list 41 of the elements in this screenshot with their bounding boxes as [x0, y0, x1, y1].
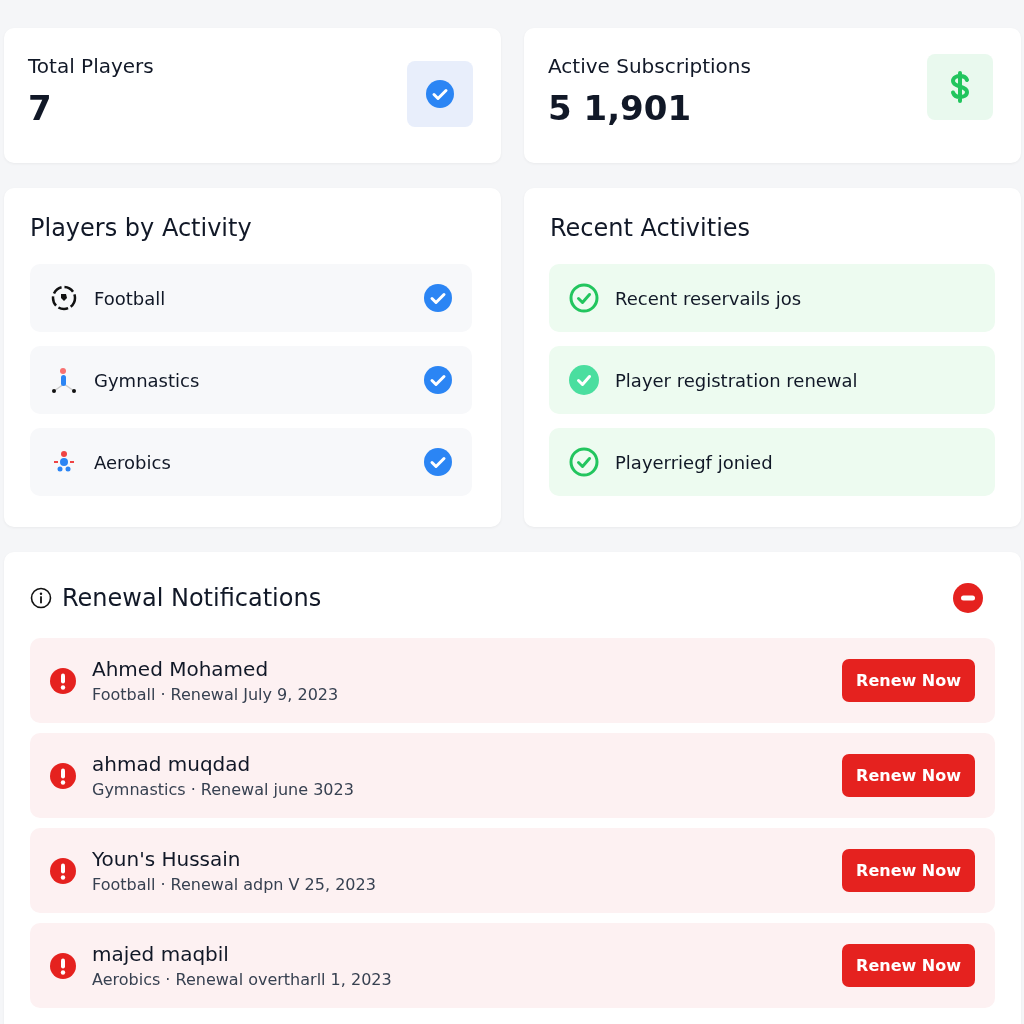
activity-text: Playerriegf jonied: [615, 451, 773, 473]
activity-label: Aerobics: [94, 451, 172, 473]
activity-text: Recent reservails jos: [615, 287, 802, 309]
check-icon: [426, 80, 454, 108]
player-name: ahmad muqdad: [92, 752, 252, 776]
stat-value: 7: [28, 88, 53, 128]
renewal-details: Football · Renewal July 9, 2023: [92, 685, 340, 704]
gymnast-icon: [50, 366, 78, 394]
player-name: Youn's Hussain: [92, 847, 242, 871]
activity-item[interactable]: Aerobics: [30, 428, 472, 496]
activity-label: Football: [94, 287, 167, 309]
alert-icon: [50, 762, 76, 789]
renewal-details: Football · Renewal adpn V 25, 2023: [92, 875, 377, 894]
activity-label: Gymnastics: [94, 369, 201, 391]
alert-icon: [50, 952, 76, 979]
renew-button[interactable]: Renew Now: [842, 659, 975, 702]
activity-item[interactable]: Gymnastics: [30, 346, 472, 414]
activity-text: Player registration renewal: [615, 369, 858, 391]
check-circle-icon: [569, 447, 599, 477]
minus-circle-icon[interactable]: [953, 583, 983, 613]
check-circle-icon: [569, 283, 599, 313]
panel-title: Players by Activity: [30, 214, 253, 242]
stat-label: Active Subscriptions: [548, 54, 751, 78]
renewal-details: Aerobics · Renewal overtharll 1, 2023: [92, 970, 393, 989]
player-name: majed maqbil: [92, 942, 230, 966]
stat-value: 5 1,901: [548, 88, 693, 128]
alert-icon: [50, 667, 76, 694]
soccer-ball-icon: [50, 284, 78, 312]
renew-button[interactable]: Renew Now: [842, 944, 975, 987]
info-icon: [30, 587, 52, 609]
dollar-icon: [950, 71, 970, 103]
renew-button[interactable]: Renew Now: [842, 849, 975, 892]
activity-item[interactable]: Football: [30, 264, 472, 332]
player-name: Ahmed Mohamed: [92, 657, 270, 681]
alert-icon: [50, 857, 76, 884]
renew-button[interactable]: Renew Now: [842, 754, 975, 797]
renewal-details: Gymnastics · Renewal june 3023: [92, 780, 355, 799]
check-circle-icon: [569, 365, 599, 395]
panel-title: Renewal Notifications: [62, 584, 323, 612]
panel-title: Recent Activities: [550, 214, 752, 242]
stat-label: Total Players: [28, 54, 154, 78]
